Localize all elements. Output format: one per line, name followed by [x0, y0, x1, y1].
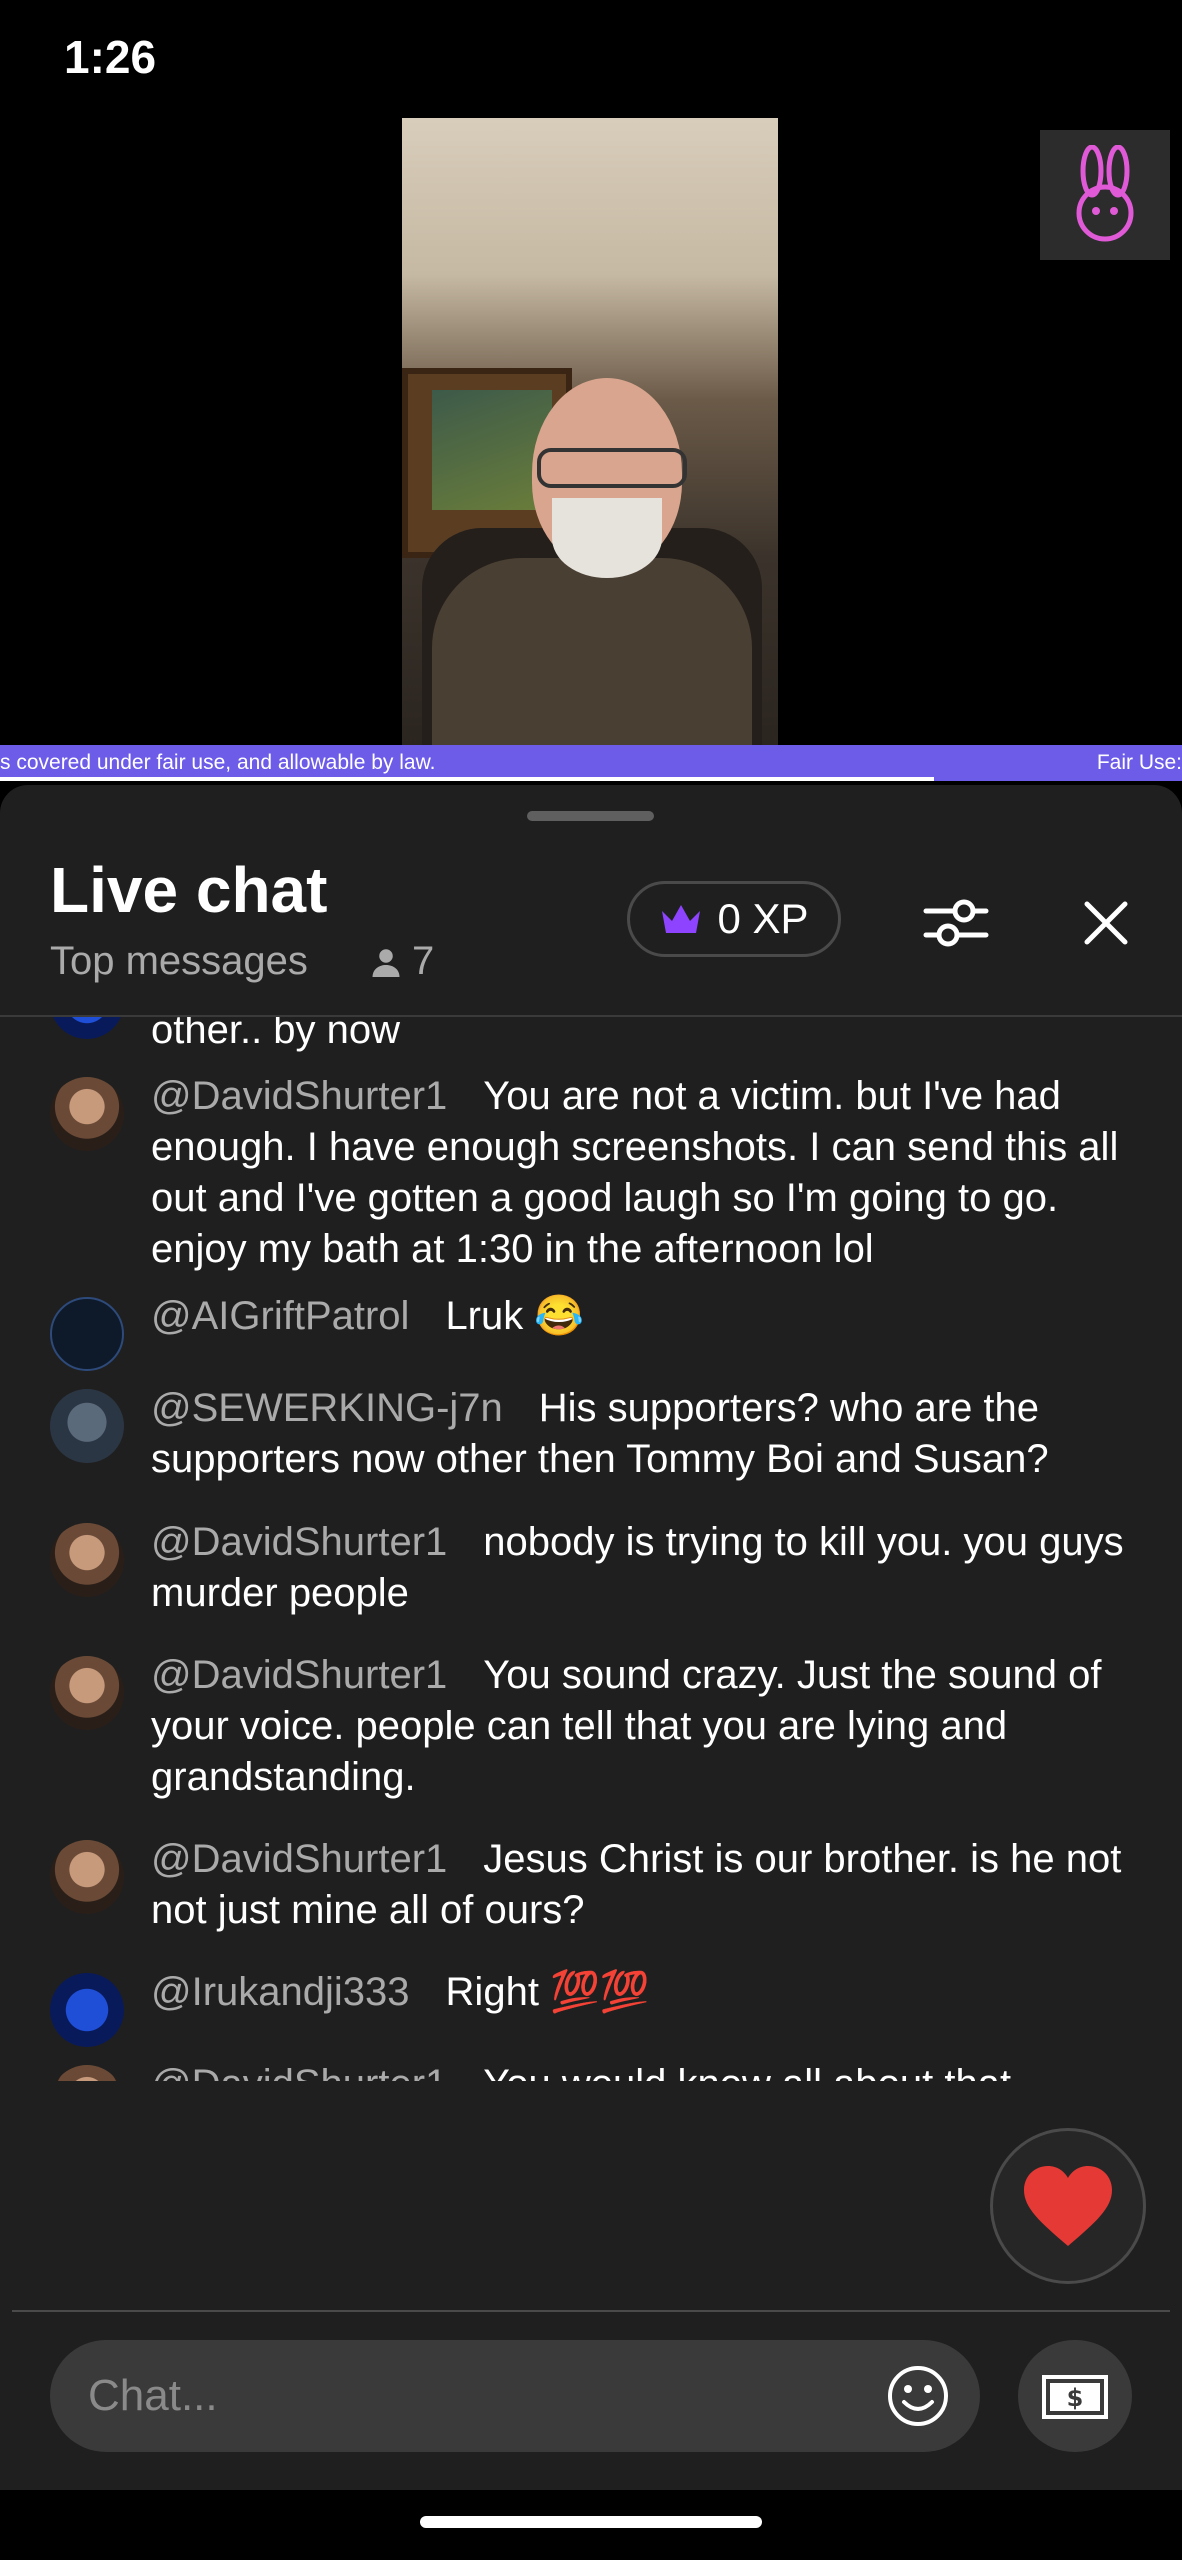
message-list[interactable]: other.. by now @DavidShurter1 You are not…: [0, 1017, 1182, 2081]
message-author[interactable]: @AIGriftPatrol: [151, 1294, 409, 1338]
banner-text-left: s covered under fair use, and allowable …: [0, 751, 436, 774]
message-author[interactable]: @Irukandji333: [151, 1970, 410, 2014]
home-indicator[interactable]: [420, 2516, 762, 2528]
avatar[interactable]: [50, 1656, 124, 1730]
video-progress-bar[interactable]: [0, 777, 934, 781]
avatar[interactable]: [50, 1297, 124, 1371]
chat-mode-selector[interactable]: Top messages: [50, 939, 308, 984]
bunny-logo-icon: [1040, 130, 1170, 260]
video-player[interactable]: [0, 118, 1182, 745]
message-author[interactable]: @DavidShurter1: [151, 1074, 447, 1118]
chat-input[interactable]: Chat...: [50, 2340, 980, 2452]
fair-use-banner: s covered under fair use, and allowable …: [0, 745, 1182, 781]
xp-button[interactable]: 0 XP: [627, 881, 841, 957]
emoji-icon[interactable]: [882, 2360, 954, 2432]
avatar[interactable]: [50, 1973, 124, 2047]
viewer-count-value: 7: [412, 939, 435, 983]
heart-icon: [1024, 2166, 1112, 2246]
banner-text-right: Fair Use:: [1096, 751, 1182, 774]
avatar[interactable]: [50, 1523, 124, 1597]
input-divider: [12, 2310, 1170, 2312]
avatar[interactable]: [50, 1017, 124, 1039]
message-author[interactable]: @DavidShurter1: [151, 2062, 447, 2081]
status-time: 1:26: [64, 31, 157, 83]
person-icon: [372, 948, 400, 977]
avatar[interactable]: [50, 2065, 124, 2081]
money-icon[interactable]: $: [1018, 2340, 1132, 2452]
crown-icon: [662, 905, 701, 933]
message-author[interactable]: @DavidShurter1: [151, 1520, 447, 1564]
viewer-count: 7: [368, 939, 434, 984]
message-author[interactable]: @DavidShurter1: [151, 1653, 447, 1697]
xp-label: 0 XP: [717, 895, 809, 942]
message-text: Right 💯💯: [445, 1970, 650, 2014]
chat-title: Live chat: [50, 854, 328, 926]
status-bar: 1:26: [0, 0, 1182, 118]
live-chat-panel: Live chat Top messages 7 0 XP other.. by…: [0, 785, 1182, 2490]
video-frame: [402, 118, 778, 745]
close-icon[interactable]: [1068, 885, 1144, 961]
avatar[interactable]: [50, 1389, 124, 1463]
sliders-icon[interactable]: [918, 885, 994, 961]
avatar[interactable]: [50, 1077, 124, 1151]
heart-reaction-button[interactable]: [990, 2128, 1146, 2284]
message-author[interactable]: @SEWERKING-j7n: [151, 1386, 503, 1430]
message-text: Lruk 😂: [445, 1294, 585, 1338]
drag-handle[interactable]: [527, 811, 654, 821]
avatar[interactable]: [50, 1840, 124, 1914]
message-author[interactable]: @DavidShurter1: [151, 1837, 447, 1881]
svg-text:$: $: [1067, 2384, 1084, 2412]
message-text: other.. by now: [151, 1017, 401, 1052]
